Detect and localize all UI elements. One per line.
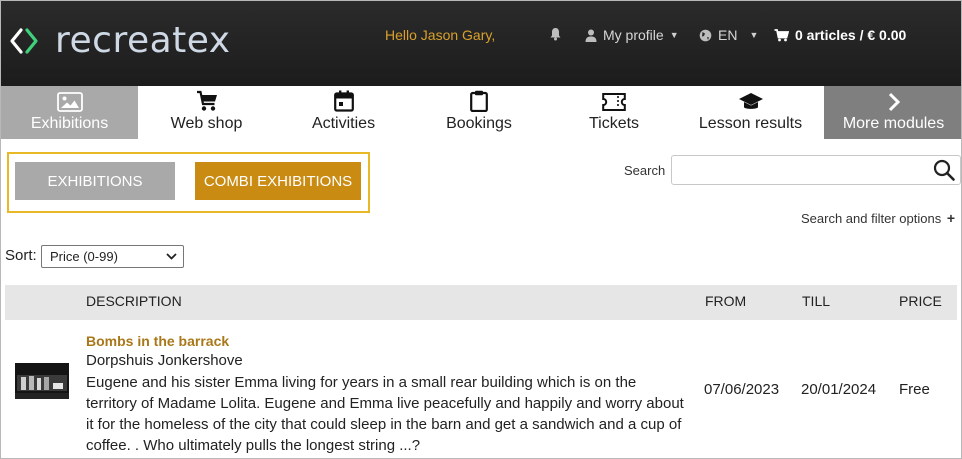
nav-lesson-results-label: Lesson results	[698, 115, 803, 132]
exhibition-venue: Dorpshuis Jonkershove	[86, 352, 243, 369]
nav-tickets-label: Tickets	[588, 115, 640, 132]
bell-icon	[550, 28, 561, 41]
my-profile-menu[interactable]: My profile ▼	[585, 27, 679, 43]
nav-exhibitions[interactable]: Exhibitions	[1, 86, 138, 139]
user-icon	[585, 29, 597, 42]
app-window: recreatex Hello Jason Gary, My profile ▼…	[0, 0, 962, 459]
exhibition-till-date: 20/01/2024	[801, 381, 877, 398]
nav-bookings[interactable]: Bookings	[412, 86, 546, 139]
logo-icon	[10, 28, 38, 54]
filter-options-label: Search and filter options	[801, 211, 942, 226]
clipboard-icon	[470, 90, 488, 112]
nav-activities[interactable]: Activities	[275, 86, 412, 139]
nav-lesson-results[interactable]: Lesson results	[682, 86, 819, 139]
exhibition-description: Eugene and his sister Emma living for ye…	[86, 374, 684, 454]
nav-web-shop-label: Web shop	[170, 115, 243, 132]
cart-label: 0 articles / € 0.00	[795, 27, 907, 43]
module-nav: Exhibitions Web shop Activities Bookings…	[1, 86, 961, 139]
top-header: recreatex Hello Jason Gary, My profile ▼…	[1, 1, 961, 86]
language-label: EN	[718, 27, 738, 43]
nav-more-modules[interactable]: More modules	[824, 86, 961, 139]
header-description: DESCRIPTION	[86, 293, 182, 309]
ticket-icon	[602, 93, 626, 111]
nav-web-shop[interactable]: Web shop	[138, 86, 275, 139]
sort-selected-value: Price (0-99)	[50, 249, 118, 264]
header-till: TILL	[802, 293, 831, 309]
chevron-down-icon	[166, 253, 177, 260]
nav-tickets[interactable]: Tickets	[546, 86, 682, 139]
exhibition-price: Free	[899, 381, 930, 398]
language-selector[interactable]: EN ▼	[699, 27, 758, 43]
header-from: FROM	[705, 293, 747, 309]
search-filter-options-link[interactable]: Search and filter options +	[801, 210, 955, 226]
caret-down-icon: ▼	[669, 30, 679, 40]
notifications-button[interactable]	[549, 27, 562, 41]
exhibition-from-date: 07/06/2023	[704, 381, 780, 398]
nav-exhibitions-label: Exhibitions	[30, 115, 109, 132]
calendar-icon	[333, 90, 354, 112]
chevron-right-icon	[888, 92, 900, 112]
logo[interactable]: recreatex	[9, 19, 231, 63]
search-label: Search	[624, 163, 666, 178]
search-icon[interactable]	[933, 159, 955, 186]
sort-select[interactable]: Price (0-99)	[41, 245, 184, 268]
nav-more-modules-label: More modules	[842, 115, 945, 132]
tab-combi-exhibitions[interactable]: COMBI EXHIBITIONS	[195, 162, 361, 200]
tab-exhibitions[interactable]: EXHIBITIONS	[15, 162, 175, 200]
sort-label: Sort:	[5, 247, 37, 264]
nav-bookings-label: Bookings	[446, 115, 512, 132]
cart-summary[interactable]: 0 articles / € 0.00	[774, 27, 906, 43]
globe-icon	[699, 29, 712, 41]
my-profile-label: My profile	[603, 27, 664, 43]
greeting-text: Hello Jason Gary,	[385, 27, 496, 43]
header-price: PRICE	[899, 293, 942, 309]
nav-activities-label: Activities	[311, 115, 376, 132]
logo-text: recreatex	[55, 20, 231, 61]
caret-down-icon: ▼	[749, 30, 759, 40]
cart-icon	[774, 28, 789, 41]
image-icon	[56, 92, 83, 112]
cart-icon	[196, 90, 217, 111]
exhibition-thumbnail[interactable]	[15, 363, 69, 399]
graduation-cap-icon	[738, 93, 763, 109]
search-input[interactable]	[671, 155, 961, 185]
exhibition-type-tabs: EXHIBITIONS COMBI EXHIBITIONS	[7, 152, 370, 213]
table-header: DESCRIPTION FROM TILL PRICE	[5, 285, 957, 320]
exhibition-title-link[interactable]: Bombs in the barrack	[86, 333, 229, 349]
plus-icon: +	[946, 210, 956, 226]
